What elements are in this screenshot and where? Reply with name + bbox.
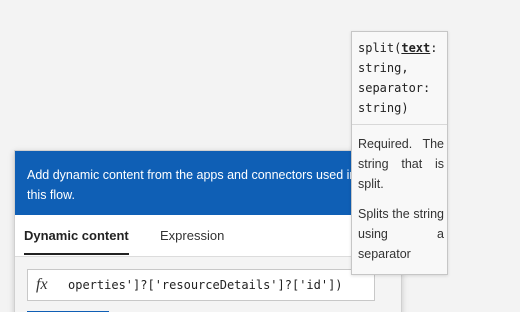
signature-fn: split( [358, 41, 402, 55]
expression-input[interactable]: fx operties']?['resourceDetails']?['id']… [27, 269, 375, 301]
function-signature: split(text: string, separator: string) [358, 38, 444, 118]
dynamic-content-panel: Add dynamic content from the apps and co… [14, 150, 402, 312]
panel-header-text: Add dynamic content from the apps and co… [27, 168, 357, 202]
function-description: Splits the string using a separator [358, 207, 444, 261]
param-description: Required. The string that is split. [358, 137, 444, 191]
expression-text: operties']?['resourceDetails']?['id']) [68, 278, 343, 292]
tab-expression[interactable]: Expression [160, 228, 224, 243]
function-tooltip: split(text: string, separator: string) R… [351, 31, 448, 275]
signature-param-text: text [401, 41, 431, 55]
tab-dynamic-content[interactable]: Dynamic content [24, 228, 129, 255]
tooltip-divider [352, 124, 447, 125]
tab-bar: Dynamic content Expression [15, 215, 401, 257]
fx-icon: fx [36, 276, 48, 293]
panel-header: Add dynamic content from the apps and co… [15, 151, 401, 215]
